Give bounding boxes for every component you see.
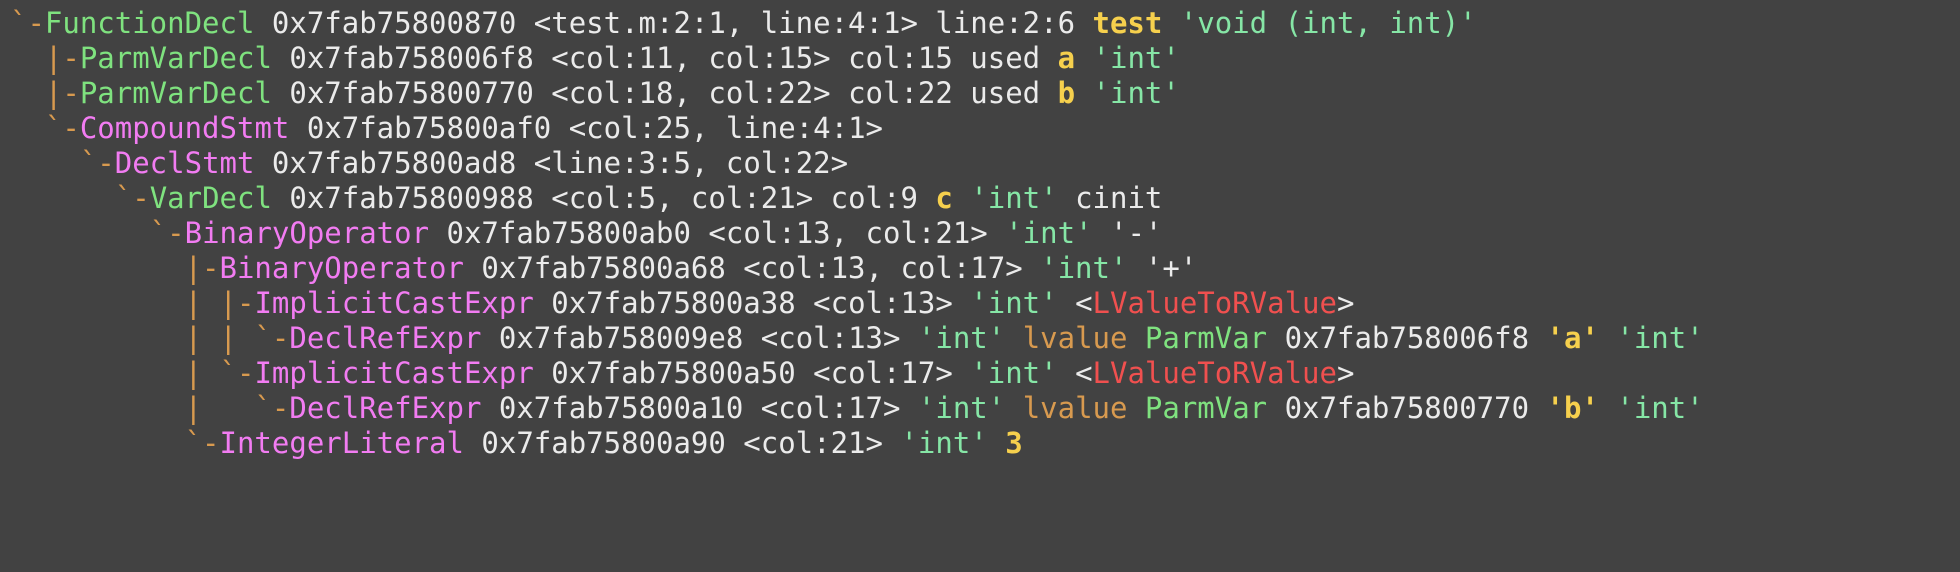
ast-line-segment: 0x7fab758006f8: [1267, 321, 1547, 355]
ast-line-segment: [1093, 216, 1110, 250]
ast-line-segment: |-: [10, 41, 80, 75]
ast-line-segment: 0x7fab75800ad8 <line:3:5, col:22>: [254, 146, 849, 180]
ast-line-segment: BinaryOperator: [184, 216, 430, 250]
ast-line-segment: >: [1336, 286, 1355, 320]
ast-line-segment: 0x7fab75800a68 <col:13, col:17>: [463, 251, 1041, 285]
ast-line-segment: 'int': [1005, 216, 1093, 250]
ast-line-segment: `-: [10, 216, 185, 250]
ast-line-segment: 0x7fab758009e8 <col:13>: [481, 321, 918, 355]
ast-line-segment: 0x7fab758006f8 <col:11, col:15> col:15 u…: [271, 41, 1058, 75]
ast-line-segment: 0x7fab75800870 <test.m:2:1, line:4:1> li…: [254, 6, 1093, 40]
ast-line-segment: | `-: [10, 391, 290, 425]
ast-line: `-IntegerLiteral 0x7fab75800a90 <col:21>…: [10, 421, 1023, 465]
ast-line-segment: | `-: [10, 356, 255, 390]
ast-line-segment: 0x7fab75800770 <col:18, col:22> col:22 u…: [271, 76, 1058, 110]
ast-line-segment: LValueToRValue: [1092, 286, 1337, 320]
ast-line-segment: 'int': [917, 391, 1006, 425]
ast-line-segment: 'int': [970, 181, 1058, 215]
ast-line-segment: ParmVarDecl: [79, 41, 272, 75]
ast-line-segment: 0x7fab75800a50 <col:17>: [533, 356, 971, 390]
ast-line-segment: '-': [1110, 216, 1163, 250]
ast-line-segment: 'b': [1546, 391, 1599, 425]
ast-line-segment: test: [1092, 6, 1163, 40]
ast-line-segment: 'int': [917, 321, 1006, 355]
ast-line-segment: c: [935, 181, 953, 215]
ast-line-segment: 0x7fab75800a38 <col:13>: [533, 286, 971, 320]
ast-line-segment: `-: [10, 181, 150, 215]
ast-line-segment: 'int': [1616, 321, 1704, 355]
terminal-output: `-FunctionDecl 0x7fab75800870 <test.m:2:…: [0, 0, 1960, 572]
ast-line-segment: [1075, 76, 1092, 110]
ast-line-segment: DeclStmt: [114, 146, 255, 180]
ast-line-segment: cinit: [1057, 181, 1163, 215]
ast-line-segment: 0x7fab75800770: [1267, 391, 1547, 425]
ast-line-segment: [1599, 391, 1616, 425]
ast-line-segment: [988, 426, 1005, 460]
ast-line-segment: 0x7fab75800ab0 <col:13, col:21>: [429, 216, 1006, 250]
ast-line-segment: 'int': [1092, 76, 1180, 110]
ast-line-segment: 'int': [970, 356, 1058, 390]
ast-line-segment: CompoundStmt: [79, 111, 290, 145]
ast-line-segment: [1075, 41, 1092, 75]
ast-line-segment: lvalue: [1005, 321, 1145, 355]
ast-line-segment: lvalue: [1005, 391, 1145, 425]
ast-line-segment: 0x7fab75800988 <col:5, col:21> col:9: [271, 181, 936, 215]
ast-line-segment: 0x7fab75800af0 <col:25, line:4:1>: [289, 111, 883, 145]
ast-line-segment: ImplicitCastExpr: [254, 286, 534, 320]
ast-line-segment: ParmVarDecl: [79, 76, 272, 110]
ast-line-segment: ParmVar: [1144, 321, 1268, 355]
ast-line-segment: | | `-: [10, 321, 290, 355]
ast-line-segment: <: [1057, 356, 1093, 390]
ast-line-segment: LValueToRValue: [1092, 356, 1337, 390]
ast-line-segment: BinaryOperator: [219, 251, 464, 285]
ast-line-segment: [1162, 6, 1179, 40]
ast-line-segment: 'a': [1546, 321, 1599, 355]
ast-line-segment: <: [1057, 286, 1093, 320]
ast-line-segment: [1127, 251, 1144, 285]
ast-line-segment: ImplicitCastExpr: [254, 356, 534, 390]
ast-line-segment: ParmVar: [1144, 391, 1268, 425]
ast-line-segment: 3: [1005, 426, 1023, 460]
ast-line-segment: | |-: [10, 286, 255, 320]
ast-line-segment: a: [1057, 41, 1076, 75]
ast-line-segment: b: [1057, 76, 1076, 110]
ast-line-segment: |-: [10, 76, 80, 110]
ast-line-segment: 'int': [900, 426, 988, 460]
ast-line-segment: 0x7fab75800a10 <col:17>: [481, 391, 918, 425]
ast-line-segment: FunctionDecl: [44, 6, 255, 40]
ast-line-segment: [1599, 321, 1616, 355]
ast-line-segment: DeclRefExpr: [289, 321, 482, 355]
ast-line-segment: 'int': [1040, 251, 1128, 285]
ast-line-segment: '+': [1144, 251, 1198, 285]
ast-line-segment: DeclRefExpr: [289, 391, 482, 425]
ast-line-segment: |-: [10, 251, 220, 285]
ast-line-segment: >: [1336, 356, 1355, 390]
ast-line-segment: IntegerLiteral: [219, 426, 464, 460]
ast-line-segment: `-: [10, 6, 45, 40]
ast-line-segment: `-: [10, 111, 80, 145]
ast-line-segment: `-: [10, 146, 115, 180]
ast-line-segment: `-: [10, 426, 220, 460]
ast-line-segment: 'int': [970, 286, 1058, 320]
ast-line-segment: 'int': [1092, 41, 1180, 75]
ast-line-segment: 'void (int, int)': [1179, 6, 1477, 40]
ast-line-segment: [953, 181, 970, 215]
ast-line-segment: 0x7fab75800a90 <col:21>: [463, 426, 901, 460]
ast-line-segment: VarDecl: [149, 181, 272, 215]
ast-line-segment: 'int': [1616, 391, 1704, 425]
